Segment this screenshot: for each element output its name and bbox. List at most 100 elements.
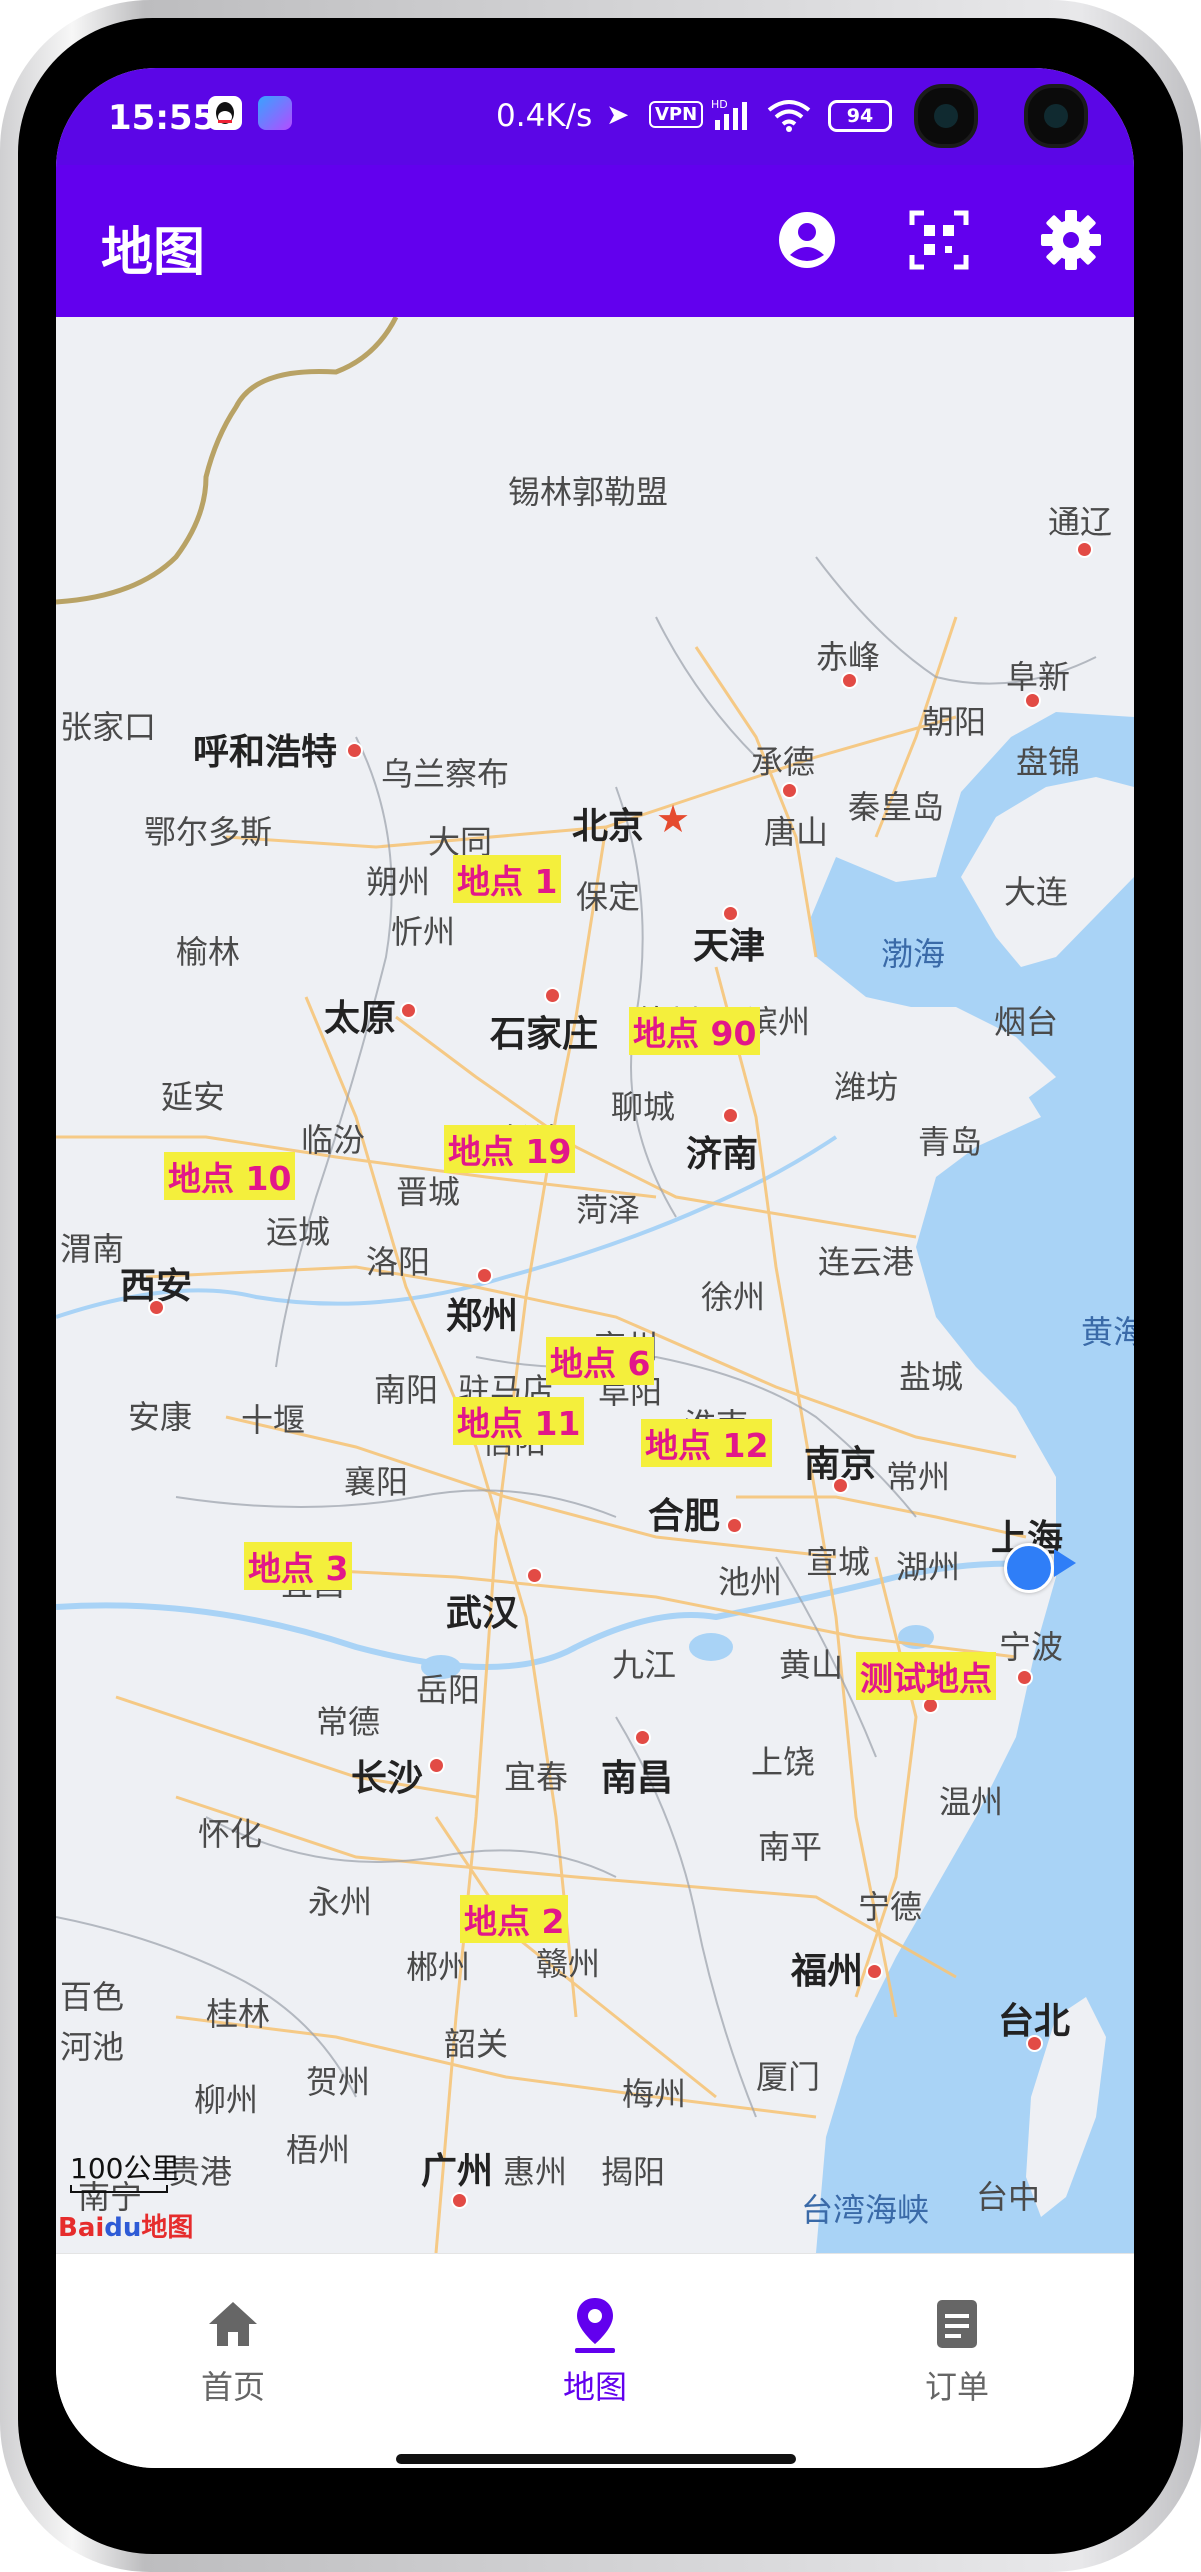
city-label: 揭阳 (601, 2153, 666, 2191)
qq-notification-icon (208, 96, 242, 130)
nav-label: 地图 (562, 2368, 627, 2406)
region-label: 锡林郭勒盟 (508, 473, 669, 511)
city-dot (781, 782, 798, 799)
city-dot (722, 1107, 739, 1124)
city-label: 安康 (128, 1398, 193, 1436)
city-label: 惠州 (503, 2153, 568, 2191)
network-speed: 0.4K/s (496, 98, 593, 134)
city-label: 阜新 (1006, 658, 1071, 696)
city-label: 九江 (612, 1646, 677, 1684)
city-label: 天津 (693, 926, 766, 967)
location-marker[interactable]: 地点 10 (164, 1152, 296, 1200)
location-marker[interactable]: 地点 6 (546, 1337, 655, 1385)
nav-label: 订单 (924, 2368, 989, 2406)
nav-item-home[interactable]: 首页 (133, 2294, 333, 2408)
nav-item-map[interactable]: 地图 (495, 2294, 695, 2408)
city-label: 怀化 (198, 1815, 263, 1853)
city-dot (1076, 541, 1093, 558)
city-dot (1024, 692, 1041, 709)
heading-arrow-icon (1054, 1549, 1076, 1577)
city-label: 潍坊 (834, 1068, 899, 1106)
settings-gear-icon[interactable] (1036, 205, 1106, 275)
location-marker[interactable]: 测试地点 (856, 1652, 996, 1700)
city-label: 黄山 (779, 1646, 844, 1684)
page-title: 地图 (101, 223, 206, 283)
bottom-navigation: 首页 地图 订单 (56, 2253, 1134, 2468)
city-label: 大连 (1004, 873, 1069, 911)
city-dot (1016, 1669, 1033, 1686)
city-label: 青岛 (918, 1123, 983, 1161)
city-label: 乌兰察布 (381, 755, 510, 793)
baidu-map-logo: Baidu地图 (58, 2213, 194, 2243)
city-label: 韶关 (444, 2025, 509, 2063)
city-label: 承德 (751, 743, 816, 781)
city-label: 通辽 (1048, 503, 1113, 541)
city-label: 宣城 (806, 1543, 871, 1581)
city-label: 岳阳 (416, 1671, 481, 1709)
qr-scan-icon[interactable] (904, 205, 974, 275)
sea-label: 黄海 (1081, 1313, 1134, 1351)
city-label: 梅州 (622, 2075, 687, 2113)
city-label: 秦皇岛 (848, 788, 945, 826)
location-marker[interactable]: 地点 19 (444, 1125, 576, 1173)
city-label: 忻州 (391, 913, 456, 951)
nav-label: 首页 (200, 2368, 265, 2406)
location-marker[interactable]: 地点 90 (629, 1007, 761, 1055)
location-marker[interactable]: 地点 12 (641, 1419, 773, 1467)
status-bar: 15:55 0.4K/s ➤ VPN HD 94 (56, 68, 1134, 165)
city-label: 张家口 (60, 708, 157, 746)
city-dot (832, 1477, 849, 1494)
city-label: 榆林 (176, 933, 241, 971)
city-label: 武汉 (446, 1593, 519, 1634)
baidu-map-view[interactable]: 锡林郭勒盟 渤海 黄海 台湾海峡 北京 ★ 天津 石家庄 太原 济南 郑州 西安… (56, 317, 1134, 2253)
city-label: 池州 (718, 1563, 783, 1601)
city-label: 烟台 (994, 1003, 1059, 1041)
city-label: 唐山 (764, 813, 829, 851)
city-label: 宁波 (999, 1628, 1064, 1666)
city-label: 福州 (791, 1951, 864, 1992)
city-label: 贺州 (306, 2063, 371, 2101)
account-circle-icon[interactable] (772, 205, 842, 275)
document-icon (927, 2294, 987, 2354)
city-dot (841, 672, 858, 689)
home-indicator[interactable] (396, 2454, 796, 2464)
city-dot (866, 1963, 883, 1980)
city-label: 保定 (576, 878, 641, 916)
location-marker[interactable]: 地点 3 (244, 1542, 353, 1590)
city-dot (428, 1757, 445, 1774)
city-label: 宁德 (858, 1888, 923, 1926)
city-label: 徐州 (701, 1278, 766, 1316)
city-dot (726, 1517, 743, 1534)
location-marker[interactable]: 地点 2 (460, 1895, 569, 1943)
my-location-dot (1004, 1543, 1054, 1593)
city-label: 桂林 (206, 1995, 271, 2033)
city-label: 南平 (758, 1828, 823, 1866)
city-label: 临汾 (301, 1121, 366, 1159)
city-label: 鄂尔多斯 (144, 813, 273, 851)
location-marker[interactable]: 地点 1 (453, 855, 562, 903)
city-label: 石家庄 (490, 1014, 599, 1055)
battery-level: 94 (828, 100, 892, 132)
location-marker[interactable]: 地点 11 (453, 1397, 585, 1445)
city-label: 百色 (60, 1978, 125, 2016)
location-arrow-icon: ➤ (606, 98, 630, 131)
city-label: 常德 (316, 1703, 381, 1741)
city-dot (400, 1002, 417, 1019)
city-label: 渭南 (60, 1230, 125, 1268)
nav-item-orders[interactable]: 订单 (857, 2294, 1057, 2408)
city-label: 朔州 (366, 863, 431, 901)
city-dot (476, 1267, 493, 1284)
home-icon (203, 2294, 263, 2354)
city-dot (1026, 2035, 1043, 2052)
city-dot (451, 2192, 468, 2209)
city-dot (722, 905, 739, 922)
city-label: 湖州 (896, 1548, 961, 1586)
city-label: 郑州 (446, 1296, 519, 1337)
map-pin-icon (565, 2294, 625, 2354)
city-label: 南昌 (601, 1758, 674, 1799)
city-label: 运城 (266, 1213, 331, 1251)
city-label: 济南 (686, 1134, 759, 1175)
city-label: 北京 (572, 806, 645, 847)
city-label: 太原 (324, 998, 397, 1039)
city-label: 盐城 (899, 1358, 964, 1396)
